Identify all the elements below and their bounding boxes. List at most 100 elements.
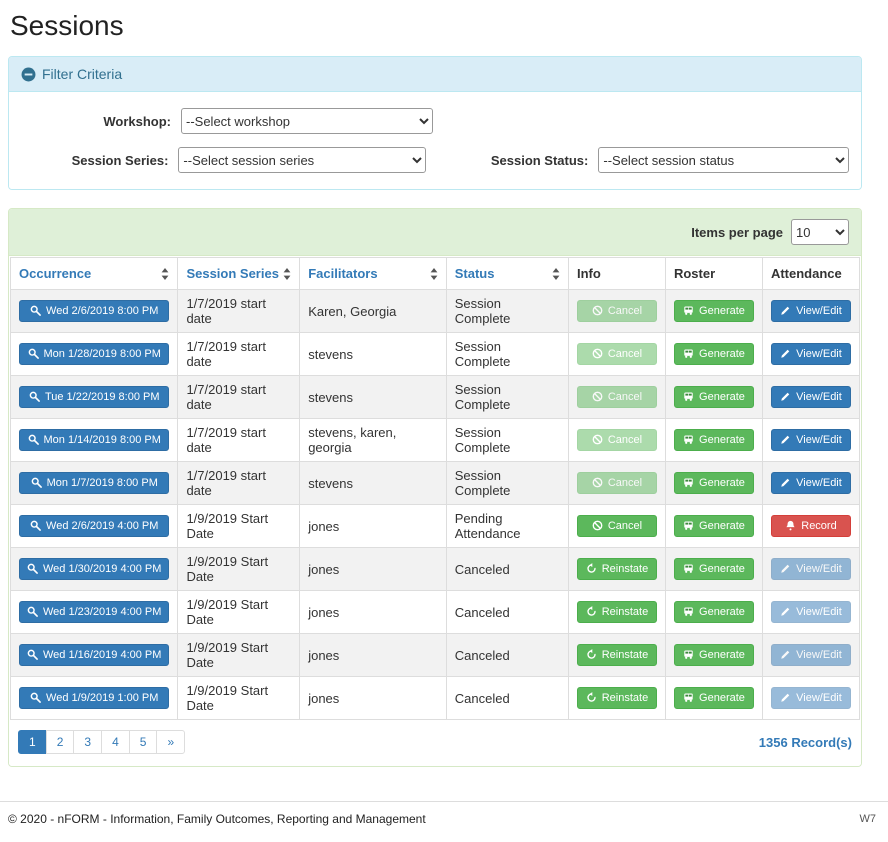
cancel-button[interactable]: Cancel <box>577 515 657 537</box>
info-cell: Reinstate <box>568 548 665 591</box>
column-label: Info <box>577 266 601 281</box>
sort-icon <box>430 268 438 280</box>
occurrence-button[interactable]: Tue 1/22/2019 8:00 PM <box>19 386 169 408</box>
session-series-cell: 1/9/2019 Start Date <box>178 591 300 634</box>
roster-cell: Generate <box>665 290 762 333</box>
occurrence-button[interactable]: Wed 1/23/2019 4:00 PM <box>19 601 169 623</box>
occurrence-button[interactable]: Wed 2/6/2019 4:00 PM <box>19 515 169 537</box>
generate-roster-button[interactable]: Generate <box>674 343 754 365</box>
view-edit-button[interactable]: View/Edit <box>771 300 851 322</box>
view-edit-button[interactable]: View/Edit <box>771 644 851 666</box>
view-edit-button[interactable]: View/Edit <box>771 429 851 451</box>
sessions-panel: Items per page 10 Occurrence Session Ser… <box>8 208 862 767</box>
generate-roster-button[interactable]: Generate <box>674 558 754 580</box>
reinstate-button[interactable]: Reinstate <box>577 558 657 580</box>
generate-roster-button[interactable]: Generate <box>674 300 754 322</box>
generate-roster-button[interactable]: Generate <box>674 601 754 623</box>
session-series-cell: 1/7/2019 start date <box>178 419 300 462</box>
view-edit-button[interactable]: View/Edit <box>771 558 851 580</box>
footer-version: W7 <box>860 813 877 825</box>
column-header-session-series[interactable]: Session Series <box>178 258 300 290</box>
occurrence-button[interactable]: Wed 1/30/2019 4:00 PM <box>19 558 169 580</box>
table-row: Wed 1/16/2019 4:00 PM1/9/2019 Start Date… <box>11 634 860 677</box>
session-status-label: Session Status: <box>490 153 598 168</box>
page-button[interactable]: 3 <box>73 730 102 754</box>
roster-cell: Generate <box>665 462 762 505</box>
page-button-next[interactable]: » <box>156 730 185 754</box>
sessions-panel-body: Occurrence Session Series Facilitators S… <box>9 256 861 766</box>
reinstate-button[interactable]: Reinstate <box>577 644 657 666</box>
ban-icon <box>592 348 603 359</box>
workshop-label: Workshop: <box>21 114 181 129</box>
search-icon <box>30 520 41 531</box>
filter-panel: Filter Criteria Workshop: --Select works… <box>8 56 862 190</box>
bus-icon <box>683 649 694 660</box>
search-icon <box>31 477 42 488</box>
attendance-cell: View/Edit <box>762 290 859 333</box>
page-button-current[interactable]: 1 <box>18 730 47 754</box>
session-series-cell: 1/9/2019 Start Date <box>178 505 300 548</box>
occurrence-button[interactable]: Mon 1/28/2019 8:00 PM <box>19 343 169 365</box>
search-icon <box>29 391 40 402</box>
column-header-occurrence[interactable]: Occurrence <box>11 258 178 290</box>
column-header-status[interactable]: Status <box>446 258 568 290</box>
sort-icon <box>552 268 560 280</box>
view-edit-button[interactable]: View/Edit <box>771 472 851 494</box>
session-series-label: Session Series: <box>21 153 178 168</box>
filter-panel-header[interactable]: Filter Criteria <box>9 57 861 92</box>
page-button[interactable]: 4 <box>101 730 130 754</box>
cancel-button[interactable]: Cancel <box>577 429 657 451</box>
record-attendance-button[interactable]: Record <box>771 515 851 537</box>
session-status-select[interactable]: --Select session status <box>598 147 849 173</box>
edit-pencil-icon <box>780 434 791 445</box>
column-header-info: Info <box>568 258 665 290</box>
view-edit-button[interactable]: View/Edit <box>771 343 851 365</box>
generate-roster-button[interactable]: Generate <box>674 687 754 709</box>
status-cell: Canceled <box>446 591 568 634</box>
generate-roster-button[interactable]: Generate <box>674 472 754 494</box>
table-row: Mon 1/28/2019 8:00 PM1/7/2019 start date… <box>11 333 860 376</box>
cancel-button[interactable]: Cancel <box>577 300 657 322</box>
generate-roster-button[interactable]: Generate <box>674 644 754 666</box>
generate-roster-button[interactable]: Generate <box>674 429 754 451</box>
attendance-cell: View/Edit <box>762 591 859 634</box>
bus-icon <box>683 520 694 531</box>
view-edit-button[interactable]: View/Edit <box>771 687 851 709</box>
column-label: Attendance <box>771 266 842 281</box>
occurrence-button[interactable]: Mon 1/7/2019 8:00 PM <box>19 472 169 494</box>
facilitators-cell: jones <box>300 591 447 634</box>
info-cell: Cancel <box>568 419 665 462</box>
page-button[interactable]: 5 <box>129 730 158 754</box>
generate-roster-button[interactable]: Generate <box>674 515 754 537</box>
edit-pencil-icon <box>780 563 791 574</box>
occurrence-button[interactable]: Wed 1/9/2019 1:00 PM <box>19 687 169 709</box>
cancel-button[interactable]: Cancel <box>577 472 657 494</box>
occurrence-button[interactable]: Wed 1/16/2019 4:00 PM <box>19 644 169 666</box>
generate-roster-button[interactable]: Generate <box>674 386 754 408</box>
cancel-button[interactable]: Cancel <box>577 386 657 408</box>
table-row: Wed 1/23/2019 4:00 PM 1/9/2019 Start Date… <box>11 591 860 634</box>
info-cell: Cancel <box>568 333 665 376</box>
session-series-cell: 1/7/2019 start date <box>178 290 300 333</box>
reinstate-button[interactable]: Reinstate <box>577 687 657 709</box>
cancel-button[interactable]: Cancel <box>577 343 657 365</box>
session-series-cell: 1/7/2019 start date <box>178 462 300 505</box>
bus-icon <box>683 305 694 316</box>
occurrence-button[interactable]: Wed 2/6/2019 8:00 PM <box>19 300 169 322</box>
items-per-page-select[interactable]: 10 <box>791 219 849 245</box>
ban-icon <box>592 391 603 402</box>
facilitators-cell: jones <box>300 505 447 548</box>
attendance-cell: View/Edit <box>762 548 859 591</box>
column-header-facilitators[interactable]: Facilitators <box>300 258 447 290</box>
edit-pencil-icon <box>780 692 791 703</box>
footer-copyright: © 2020 - nFORM - Information, Family Out… <box>8 812 426 826</box>
sessions-panel-header: Items per page 10 <box>9 209 861 256</box>
occurrence-button[interactable]: Mon 1/14/2019 8:00 PM <box>19 429 169 451</box>
reinstate-button[interactable]: Reinstate <box>577 601 657 623</box>
view-edit-button[interactable]: View/Edit <box>771 601 851 623</box>
session-series-select[interactable]: --Select session series <box>178 147 426 173</box>
page-button[interactable]: 2 <box>46 730 75 754</box>
facilitators-cell: stevens <box>300 376 447 419</box>
workshop-select[interactable]: --Select workshop <box>181 108 433 134</box>
view-edit-button[interactable]: View/Edit <box>771 386 851 408</box>
